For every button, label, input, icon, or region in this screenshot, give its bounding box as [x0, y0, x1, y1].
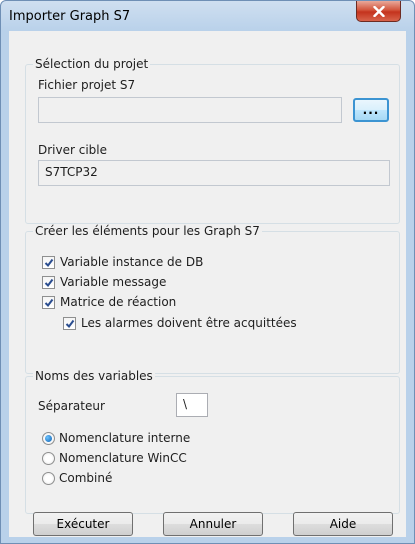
- checkmark-icon: [44, 258, 54, 268]
- radio-combined[interactable]: [42, 472, 55, 485]
- project-selection-group: Sélection du projet Fichier projet S7 ..…: [25, 57, 400, 224]
- checkmark-icon: [65, 319, 75, 329]
- window-title: Importer Graph S7: [9, 9, 131, 24]
- radio-label[interactable]: Combiné: [59, 471, 112, 485]
- close-icon: [372, 5, 385, 17]
- target-driver-label: Driver cible: [38, 143, 108, 157]
- separator-input[interactable]: \: [176, 393, 208, 417]
- cancel-button[interactable]: Annuler: [163, 512, 263, 536]
- checkbox-label[interactable]: Matrice de réaction: [60, 295, 176, 309]
- project-file-label: Fichier projet S7: [38, 78, 136, 92]
- radio-label[interactable]: Nomenclature interne: [59, 431, 190, 445]
- dialog-window: Importer Graph S7 Sélection du projet Fi…: [0, 0, 415, 544]
- radio-internal-nomenclature[interactable]: [42, 432, 55, 445]
- project-file-field[interactable]: [38, 97, 342, 123]
- checkbox-label[interactable]: Variable message: [60, 275, 166, 289]
- checkbox-variable-message[interactable]: [42, 276, 55, 289]
- checkmark-icon: [44, 298, 54, 308]
- checkmark-icon: [44, 278, 54, 288]
- execute-button[interactable]: Exécuter: [33, 512, 133, 536]
- dialog-body: Sélection du projet Fichier projet S7 ..…: [9, 31, 406, 537]
- separator-label: Séparateur: [38, 399, 105, 413]
- radio-label[interactable]: Nomenclature WinCC: [59, 451, 187, 465]
- checkbox-label[interactable]: Les alarmes doivent être acquittées: [81, 316, 297, 330]
- checkbox-variable-instance-db[interactable]: [42, 256, 55, 269]
- checkbox-reaction-matrix[interactable]: [42, 296, 55, 309]
- variable-names-title: Noms des variables: [33, 369, 155, 383]
- create-elements-group: Créer les éléments pour les Graph S7 Var…: [25, 224, 400, 374]
- project-selection-title: Sélection du projet: [33, 57, 151, 71]
- help-button[interactable]: Aide: [293, 512, 393, 536]
- checkbox-alarms-acknowledged[interactable]: [63, 317, 76, 330]
- close-button[interactable]: [356, 1, 401, 22]
- variable-names-group: Noms des variables Séparateur \ Nomencla…: [25, 369, 400, 514]
- browse-button[interactable]: ...: [353, 98, 389, 122]
- checkbox-label[interactable]: Variable instance de DB: [60, 255, 203, 269]
- title-bar[interactable]: Importer Graph S7: [1, 1, 414, 31]
- target-driver-field[interactable]: S7TCP32: [38, 160, 390, 186]
- radio-wincc-nomenclature[interactable]: [42, 452, 55, 465]
- create-elements-title: Créer les éléments pour les Graph S7: [33, 224, 262, 238]
